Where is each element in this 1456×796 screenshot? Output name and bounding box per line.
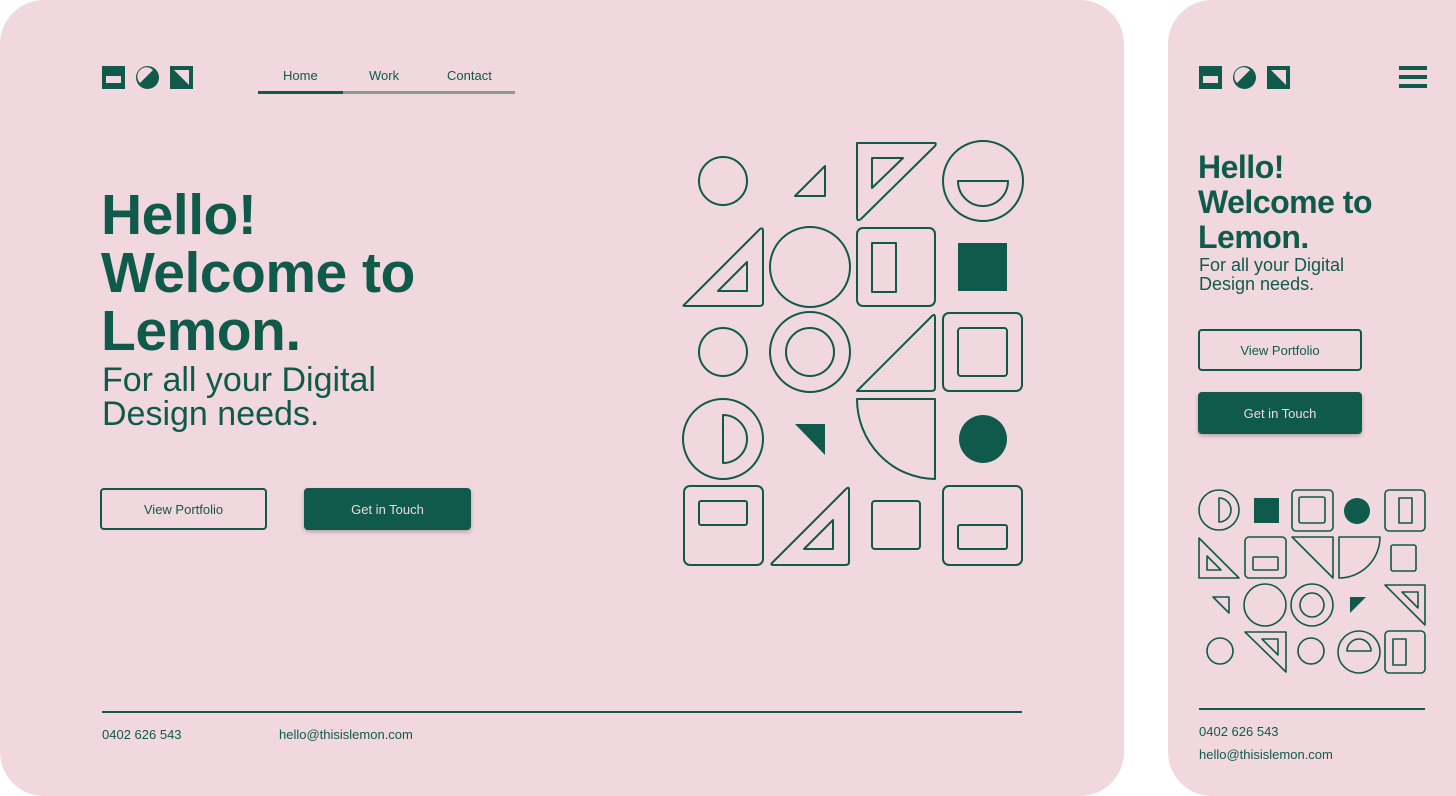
small-triangle-shape	[794, 165, 826, 197]
inner-rectangle-shape	[1392, 638, 1407, 666]
view-portfolio-button[interactable]: View Portfolio	[100, 488, 267, 530]
footer-email[interactable]: hello@thisislemon.com	[279, 727, 413, 742]
hero-line-3: Lemon.	[1198, 219, 1309, 255]
footer-phone[interactable]: 0402 626 543	[102, 727, 182, 742]
mobile-get-in-touch-button[interactable]: Get in Touch	[1198, 392, 1362, 434]
menu-bar	[1399, 66, 1427, 70]
triangle-frame-shape	[682, 227, 764, 307]
triangle-shape	[856, 313, 936, 392]
ring-shape	[769, 311, 851, 393]
circle-outline-shape	[1206, 637, 1234, 665]
menu-bar	[1399, 84, 1427, 88]
mobile-logo[interactable]	[1199, 66, 1290, 89]
hero-sub-line-2: Design needs.	[102, 395, 320, 433]
inner-square-shape	[957, 327, 1008, 377]
inner-ring-shape	[785, 327, 835, 377]
hero-subheading: For all your Digital Design needs.	[102, 363, 376, 431]
large-circle-shape	[769, 226, 851, 308]
square-outline-shape	[1390, 544, 1417, 572]
inner-triangle-shape	[1401, 591, 1419, 609]
hero-sub-line-1: For all your Digital	[1199, 255, 1345, 275]
hero-line-2: Welcome to	[101, 241, 415, 305]
nav-active-indicator	[258, 91, 343, 94]
square-bar-icon	[102, 66, 125, 89]
half-circle-shape	[1218, 497, 1232, 523]
filled-triangle-shape	[1350, 597, 1366, 613]
filled-square-shape	[1254, 498, 1279, 523]
filled-square-shape	[958, 243, 1007, 291]
filled-circle-shape	[959, 415, 1007, 463]
hero-sub-line-2: Design needs.	[1199, 274, 1315, 294]
mobile-shape-grid-illustration	[1198, 489, 1426, 674]
get-in-touch-button[interactable]: Get in Touch	[304, 488, 471, 530]
quarter-circle-shape	[1338, 536, 1381, 579]
nav-item-contact[interactable]: Contact	[447, 68, 492, 83]
triangle-frame-shape	[1384, 584, 1426, 626]
inner-square-shape	[1298, 496, 1326, 524]
hero-line-1: Hello!	[1198, 149, 1284, 185]
large-circle-shape	[1243, 583, 1287, 627]
small-triangle-shape	[1212, 596, 1230, 614]
mobile-hero-heading: Hello! Welcome to Lemon.	[1198, 149, 1373, 255]
ring-shape	[1290, 583, 1334, 627]
filled-triangle-shape	[795, 424, 825, 455]
half-circle-icon	[1233, 66, 1256, 89]
inner-rectangle-shape	[871, 242, 897, 293]
hero-heading: Hello! Welcome to Lemon.	[101, 186, 415, 360]
hero-line-2: Welcome to	[1198, 184, 1373, 220]
hamburger-menu-icon[interactable]	[1399, 66, 1427, 90]
mobile-view-portfolio-button[interactable]: View Portfolio	[1198, 329, 1362, 371]
logo[interactable]	[102, 66, 193, 89]
filled-circle-shape	[1344, 498, 1370, 524]
inner-rectangle-shape	[698, 500, 748, 526]
triangle-shape	[1291, 536, 1334, 579]
inner-triangle-shape	[1261, 638, 1279, 656]
inner-rectangle-shape	[1398, 497, 1413, 524]
hero-sub-line-1: For all your Digital	[102, 361, 376, 399]
mobile-footer-email[interactable]: hello@thisislemon.com	[1199, 747, 1333, 762]
circle-outline-shape	[698, 156, 748, 206]
circle-outline-shape	[1297, 637, 1325, 665]
circle-frame-shape	[1337, 630, 1381, 674]
square-frame-shape	[1384, 489, 1426, 532]
half-circle-shape	[722, 414, 748, 464]
nav-item-work[interactable]: Work	[369, 68, 399, 83]
nav-item-home[interactable]: Home	[283, 68, 318, 83]
triangle-frame-shape	[1198, 537, 1240, 579]
corner-triangle-icon	[1267, 66, 1290, 89]
half-circle-icon	[136, 66, 159, 89]
shape-grid-illustration	[682, 140, 1024, 566]
half-circle-shape	[957, 180, 1009, 207]
square-frame-shape	[1384, 630, 1426, 674]
square-frame-shape	[942, 312, 1023, 392]
mobile-footer-phone[interactable]: 0402 626 543	[1199, 724, 1279, 739]
triangle-frame-shape	[1244, 631, 1287, 673]
square-bar-icon	[1199, 66, 1222, 89]
hero-line-3: Lemon.	[101, 299, 301, 363]
mobile-footer-divider	[1199, 708, 1425, 710]
main-nav: Home Work Contact	[258, 66, 515, 94]
inner-rectangle-shape	[957, 524, 1008, 550]
hero-line-1: Hello!	[101, 183, 257, 247]
mobile-hero-subheading: For all your Digital Design needs.	[1199, 256, 1344, 294]
footer-divider	[102, 711, 1022, 713]
inner-ring-shape	[1299, 592, 1325, 618]
corner-triangle-icon	[170, 66, 193, 89]
circle-outline-shape	[698, 327, 748, 377]
quarter-circle-shape	[856, 398, 936, 480]
menu-bar	[1399, 75, 1427, 79]
inner-rectangle-shape	[1252, 556, 1279, 571]
triangle-frame-shape	[856, 142, 937, 222]
triangle-frame-shape	[770, 486, 850, 566]
square-outline-shape	[871, 500, 921, 550]
square-frame-shape	[1291, 489, 1334, 532]
half-circle-shape	[1346, 638, 1372, 652]
inner-triangle-shape	[803, 519, 834, 550]
